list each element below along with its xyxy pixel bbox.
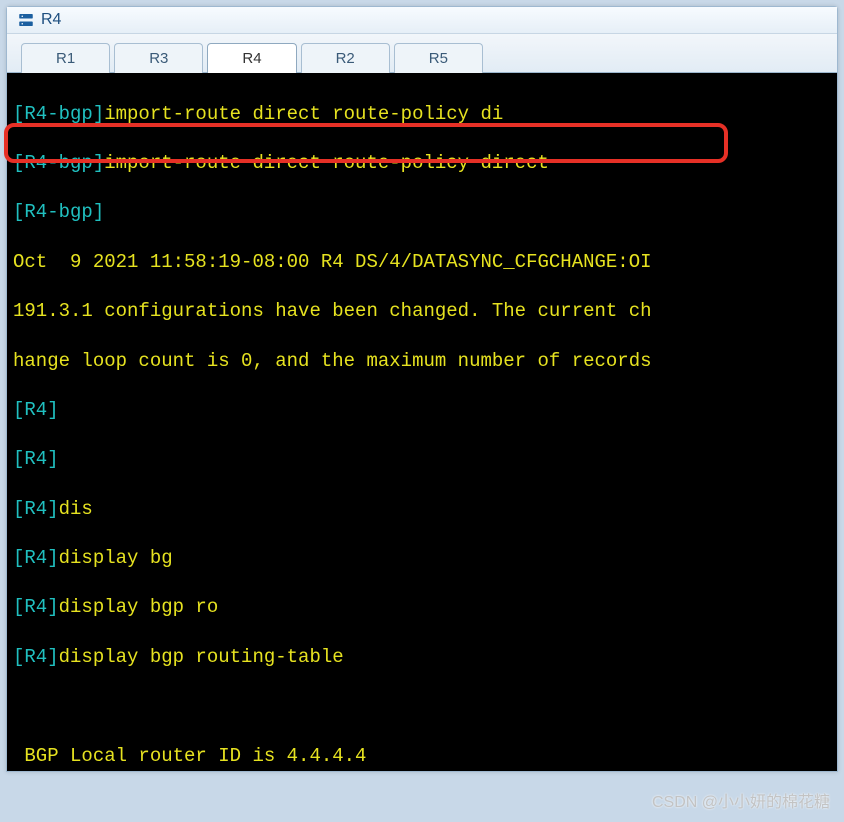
tab-r2[interactable]: R2 [301, 43, 390, 73]
prompt: [R4-bgp] [13, 152, 104, 174]
log-line: 191.3.1 configurations have been changed… [13, 299, 831, 324]
tab-strip: R1 R3 R4 R2 R5 [7, 34, 837, 73]
log-line: hange loop count is 0, and the maximum n… [13, 349, 831, 374]
bgp-router-id: BGP Local router ID is 4.4.4.4 [13, 744, 831, 769]
log-line: Oct 9 2021 11:58:19-08:00 R4 DS/4/DATASY… [13, 250, 831, 275]
prompt: [R4] [13, 448, 59, 470]
cmd-text: display bgp ro [59, 596, 219, 618]
app-icon [17, 11, 35, 29]
window-title: R4 [41, 11, 61, 29]
prompt: [R4] [13, 646, 59, 668]
terminal-output[interactable]: [R4-bgp]import-route direct route-policy… [7, 73, 837, 771]
cmd-text: import-route direct route-policy di [104, 103, 503, 125]
prompt: [R4] [13, 596, 59, 618]
prompt: [R4-bgp] [13, 103, 104, 125]
titlebar: R4 [7, 7, 837, 34]
tab-r1[interactable]: R1 [21, 43, 110, 73]
watermark: CSDN @小小妍的棉花糖 [652, 788, 830, 812]
tab-r5[interactable]: R5 [394, 43, 483, 73]
cmd-text: dis [59, 498, 93, 520]
tab-r3[interactable]: R3 [114, 43, 203, 73]
prompt: [R4] [13, 498, 59, 520]
cmd-text: import-route direct route-policy direct [104, 152, 549, 174]
app-window: R4 R1 R3 R4 R2 R5 [R4-bgp]import-route d… [6, 6, 838, 772]
tab-r4[interactable]: R4 [207, 43, 296, 73]
prompt: [R4] [13, 399, 59, 421]
prompt: [R4] [13, 547, 59, 569]
cmd-text: display bgp routing-table [59, 646, 344, 668]
prompt: [R4-bgp] [13, 201, 104, 223]
cmd-text: display bg [59, 547, 173, 569]
